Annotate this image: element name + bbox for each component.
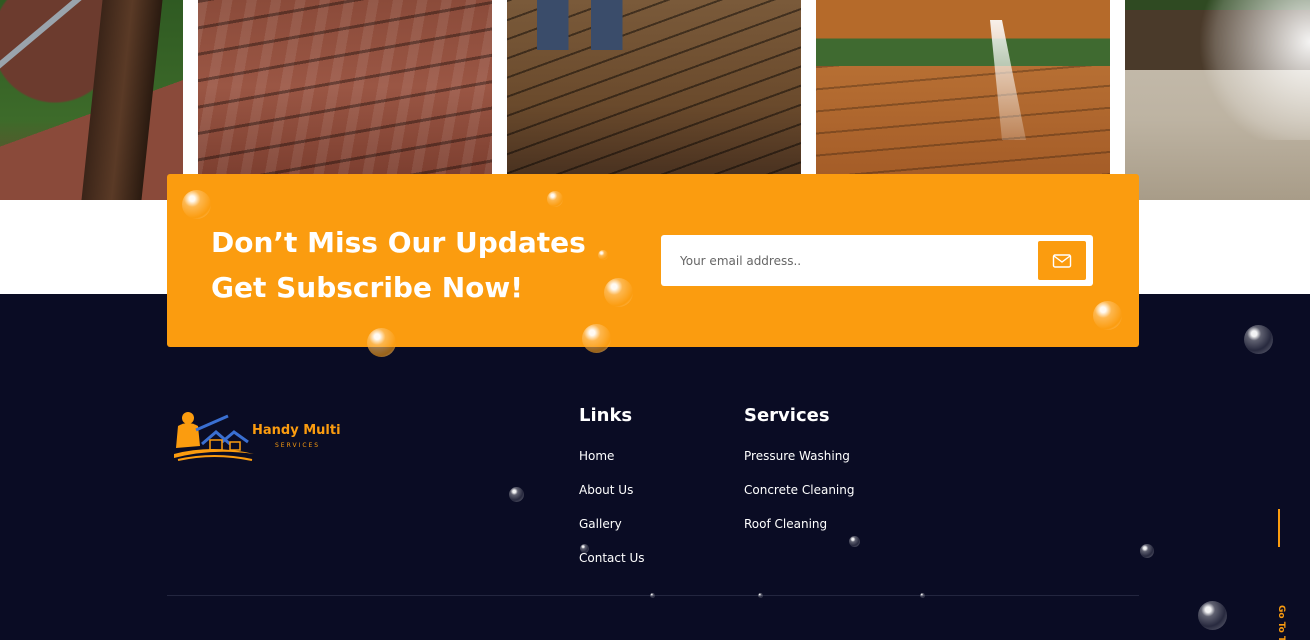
footer-link-roof-cleaning[interactable]: Roof Cleaning (744, 517, 827, 531)
gallery-image-deck-washing[interactable] (507, 0, 801, 174)
links-list: Home About Us Gallery Contact Us (579, 445, 645, 581)
bubble-decoration (604, 278, 633, 307)
gallery-strip (0, 0, 1310, 200)
bubble-decoration (650, 593, 655, 598)
list-item: Pressure Washing (744, 445, 855, 479)
links-heading: Links (579, 405, 633, 426)
services-heading: Services (744, 405, 830, 426)
footer-link-pressure-washing[interactable]: Pressure Washing (744, 449, 850, 463)
washer-worker-icon (174, 412, 254, 461)
email-input[interactable] (661, 235, 1031, 286)
list-item: Home (579, 445, 645, 479)
gallery-image-concrete-spray[interactable] (1125, 0, 1310, 200)
footer-link-contact-us[interactable]: Contact Us (579, 551, 645, 565)
list-item: About Us (579, 479, 645, 513)
go-to-top-label: Go To Top (1276, 605, 1286, 640)
brand-name: Handy Multi (252, 423, 341, 438)
list-item: Contact Us (579, 547, 645, 581)
bubble-decoration (1198, 601, 1227, 630)
footer-link-about-us[interactable]: About Us (579, 483, 633, 497)
subscribe-banner: Don’t Miss Our Updates Get Subscribe Now… (167, 174, 1139, 347)
bubble-decoration (849, 536, 860, 547)
go-to-top-line (1278, 509, 1280, 547)
gallery-image-pole-cleaning[interactable] (0, 0, 183, 200)
page: Don’t Miss Our Updates Get Subscribe Now… (0, 0, 1310, 640)
bubble-decoration (367, 328, 396, 357)
bubble-decoration (1093, 301, 1122, 330)
subscribe-heading-line1: Don’t Miss Our Updates (211, 226, 586, 259)
subscribe-heading: Don’t Miss Our Updates Get Subscribe Now… (211, 220, 611, 310)
mail-icon (1052, 253, 1072, 268)
list-item: Concrete Cleaning (744, 479, 855, 513)
bubble-decoration (580, 544, 589, 553)
subscribe-submit-button[interactable] (1038, 241, 1086, 280)
bubble-decoration (920, 593, 925, 598)
services-list: Pressure Washing Concrete Cleaning Roof … (744, 445, 855, 547)
subscribe-heading-line2: Get Subscribe Now! (211, 271, 524, 304)
brand-tagline: SERVICES (275, 442, 321, 449)
bubble-decoration (1140, 544, 1154, 558)
bubble-decoration (598, 250, 608, 260)
list-item: Gallery (579, 513, 645, 547)
bubble-decoration (182, 190, 211, 219)
bubble-decoration (582, 324, 611, 353)
bubble-decoration (1244, 325, 1273, 354)
bubble-decoration (758, 593, 763, 598)
gallery-image-deck-spray[interactable] (816, 0, 1110, 174)
bubble-decoration (509, 487, 524, 502)
list-item: Roof Cleaning (744, 513, 855, 547)
footer-link-gallery[interactable]: Gallery (579, 517, 622, 531)
footer-link-home[interactable]: Home (579, 449, 614, 463)
subscribe-form (661, 235, 1093, 286)
brand-logo[interactable]: Handy Multi SERVICES (172, 408, 362, 468)
bubble-decoration (547, 191, 563, 207)
footer-link-concrete-cleaning[interactable]: Concrete Cleaning (744, 483, 855, 497)
go-to-top-button[interactable]: Go To Top (1270, 509, 1290, 640)
gallery-image-roof-tiles[interactable] (198, 0, 492, 174)
